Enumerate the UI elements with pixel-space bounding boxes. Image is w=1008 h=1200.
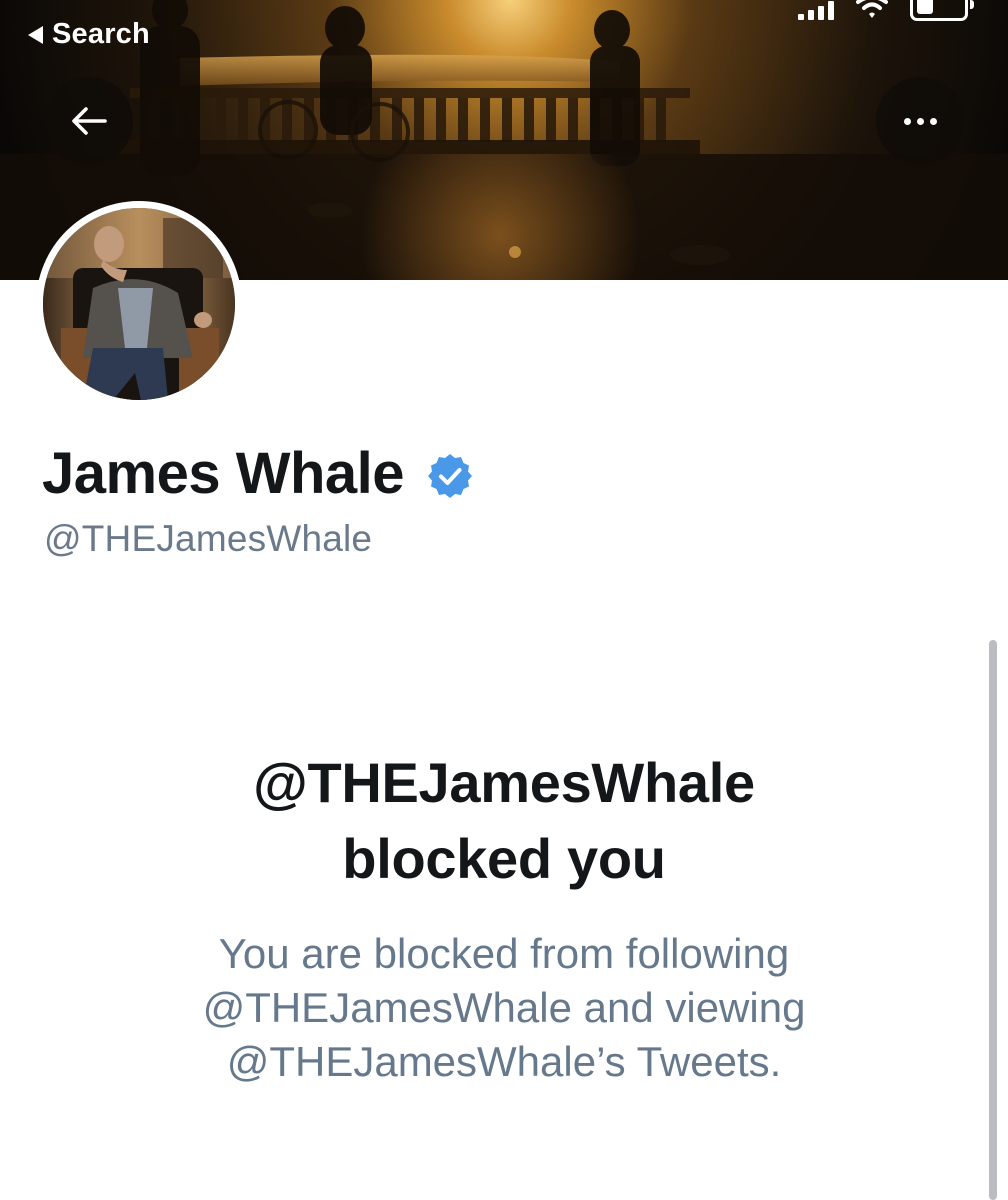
- avatar[interactable]: [36, 201, 242, 407]
- blocked-description-line1: You are blocked from following: [218, 930, 790, 977]
- back-button[interactable]: [45, 77, 133, 165]
- cellular-signal-icon: [798, 0, 834, 20]
- battery-icon: [910, 0, 974, 21]
- blocked-title-line2: blocked you: [342, 827, 666, 890]
- status-icons: [798, 0, 974, 21]
- handle: @THEJamesWhale: [44, 518, 373, 559]
- more-horizontal-icon: [903, 117, 937, 125]
- more-options-button[interactable]: [876, 77, 964, 165]
- display-name-row: James Whale: [42, 440, 474, 507]
- blocked-title-line1: @THEJamesWhale: [253, 751, 755, 814]
- status-back-to-search[interactable]: Search: [28, 18, 150, 51]
- scrollbar[interactable]: [989, 640, 997, 1200]
- avatar-image: [43, 208, 235, 400]
- blocked-title: @THEJamesWhale blocked you: [0, 745, 1008, 897]
- profile-page: Search James Whale @THEJamesWhale @THEJa…: [0, 0, 1008, 1200]
- back-triangle-icon: [28, 25, 43, 44]
- verified-badge-icon: [428, 453, 473, 498]
- blocked-description: You are blocked from following @THEJames…: [0, 927, 1008, 1089]
- arrow-left-icon: [72, 107, 107, 135]
- blocked-description-line2: @THEJamesWhale and viewing: [202, 984, 806, 1031]
- blocked-description-line3: @THEJamesWhale’s Tweets.: [226, 1038, 782, 1085]
- status-back-label: Search: [52, 18, 150, 50]
- wifi-icon: [856, 0, 888, 18]
- display-name: James Whale: [42, 441, 405, 506]
